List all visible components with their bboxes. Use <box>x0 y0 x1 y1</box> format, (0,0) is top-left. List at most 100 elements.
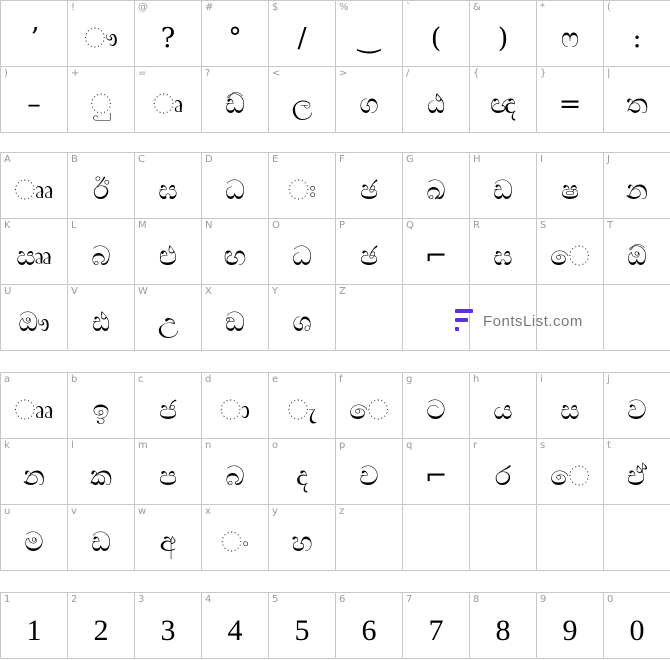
glyph-cell: Iෂ <box>537 153 604 219</box>
glyph-cell: iස <box>537 373 604 439</box>
key-label: t <box>607 440 611 451</box>
glyph-sample: ය <box>493 394 513 426</box>
key-label: $ <box>272 2 279 13</box>
key-label: h <box>473 374 480 385</box>
key-label: g <box>406 374 413 385</box>
glyph-sample: = <box>558 89 582 120</box>
glyph-cell: Wඋ <box>135 285 202 351</box>
key-label: ` <box>406 2 411 13</box>
glyph-cell: Tඕ <box>604 219 670 285</box>
glyph-cell: sෙ <box>537 439 604 505</box>
glyph-sample: ං <box>220 526 250 558</box>
key-label: + <box>71 68 80 79</box>
glyph-sample: 7 <box>428 613 444 647</box>
glyph-cell: # ° <box>202 1 269 67</box>
glyph-cell: ) – <box>1 67 68 133</box>
key-label: * <box>540 2 545 13</box>
key-label: v <box>71 506 77 517</box>
glyph-cell: +ු <box>68 67 135 133</box>
key-label: / <box>406 68 410 79</box>
glyph-cell: pච <box>336 439 403 505</box>
glyph-sample: ත <box>626 88 648 120</box>
glyph-sample: 3 <box>160 613 176 647</box>
glyph-sample: 1 <box>26 613 42 647</box>
key-label: n <box>205 440 212 451</box>
glyph-sample: 6 <box>361 613 377 647</box>
glyph-cell: Vඪ <box>68 285 135 351</box>
glyph-sample: බ <box>91 240 111 272</box>
glyph-cell <box>604 505 670 571</box>
glyph-sample: ක <box>90 460 112 492</box>
glyph-cell: 44 <box>202 593 269 659</box>
glyph-sample: ° <box>228 23 242 54</box>
glyph-cell: wඅ <box>135 505 202 571</box>
glyph-cell: Jන <box>604 153 670 219</box>
key-label: u <box>4 506 11 517</box>
key-label: 2 <box>71 594 78 605</box>
key-label: P <box>339 220 346 231</box>
glyph-sample: ඥ <box>489 88 517 120</box>
glyph-cell: % ‿ <box>336 1 403 67</box>
glyph-sample: ඝ <box>493 240 513 272</box>
glyph-sample: ඊ <box>92 174 110 206</box>
glyph-sample: ෂ <box>560 174 580 206</box>
glyph-cell: {ඥ <box>470 67 537 133</box>
key-label: x <box>205 506 211 517</box>
glyph-sample: ස <box>560 394 580 426</box>
glyph-cell: < ල <box>269 67 336 133</box>
key-label: C <box>138 154 145 165</box>
key-label: Q <box>406 220 414 231</box>
glyph-sample: ඎ <box>16 240 52 272</box>
glyph-sample: ෲ <box>14 174 54 206</box>
glyph-cell: nබ <box>202 439 269 505</box>
glyph-sample: 2 <box>93 613 109 647</box>
glyph-cell: 11 <box>1 593 68 659</box>
key-label: w <box>138 506 147 517</box>
key-label: D <box>205 154 213 165</box>
glyph-cell: oද <box>269 439 336 505</box>
key-label: G <box>406 154 414 165</box>
glyph-sample: 0 <box>629 613 645 647</box>
glyph-cell: gට <box>403 373 470 439</box>
key-label: 8 <box>473 594 480 605</box>
glyph-cell: Nඟ <box>202 219 269 285</box>
key-label: i <box>540 374 543 385</box>
glyph-cell: jව <box>604 373 670 439</box>
glyph-cell: 00 <box>604 593 670 659</box>
glyph-cell: Q ⌐ <box>403 219 470 285</box>
key-label: 9 <box>540 594 547 605</box>
glyph-cell: =ෘ <box>135 67 202 133</box>
glyph-sample: 9 <box>562 613 578 647</box>
glyph-sample: ැ <box>287 394 317 426</box>
glyph-cell: Dධ <box>202 153 269 219</box>
key-label: 4 <box>205 594 212 605</box>
glyph-cell: xං <box>202 505 269 571</box>
key-label: 6 <box>339 594 346 605</box>
glyph-cell: dා <box>202 373 269 439</box>
watermark-text: FontsList.com <box>483 312 583 330</box>
key-label: # <box>205 2 214 13</box>
glyph-cell: 77 <box>403 593 470 659</box>
glyph-sample: ර <box>494 460 512 492</box>
glyph-cell: Lබ <box>68 219 135 285</box>
glyph-sample: / <box>297 23 307 54</box>
glyph-cell: kන <box>1 439 68 505</box>
key-label: p <box>339 440 346 451</box>
glyph-cell: Hඩ <box>470 153 537 219</box>
glyph-sample: ? <box>160 23 176 54</box>
glyph-cell: 88 <box>470 593 537 659</box>
key-label: ( <box>607 2 611 13</box>
key-label: Y <box>272 286 279 297</box>
glyph-cell: fෙ <box>336 373 403 439</box>
glyph-sample: උ <box>157 306 179 338</box>
glyph-cell: Yශ <box>269 285 336 351</box>
key-label: H <box>473 154 481 165</box>
glyph-sample: ( <box>430 23 442 54</box>
glyph-sample: ඃ <box>287 174 317 206</box>
glyph-sample: ෙ <box>550 460 590 492</box>
glyph-sample: හ <box>291 526 313 558</box>
key-label: I <box>540 154 543 165</box>
glyph-sample: ඡ <box>359 174 379 206</box>
key-label: V <box>71 286 78 297</box>
glyph-cell: Pඡ <box>336 219 403 285</box>
